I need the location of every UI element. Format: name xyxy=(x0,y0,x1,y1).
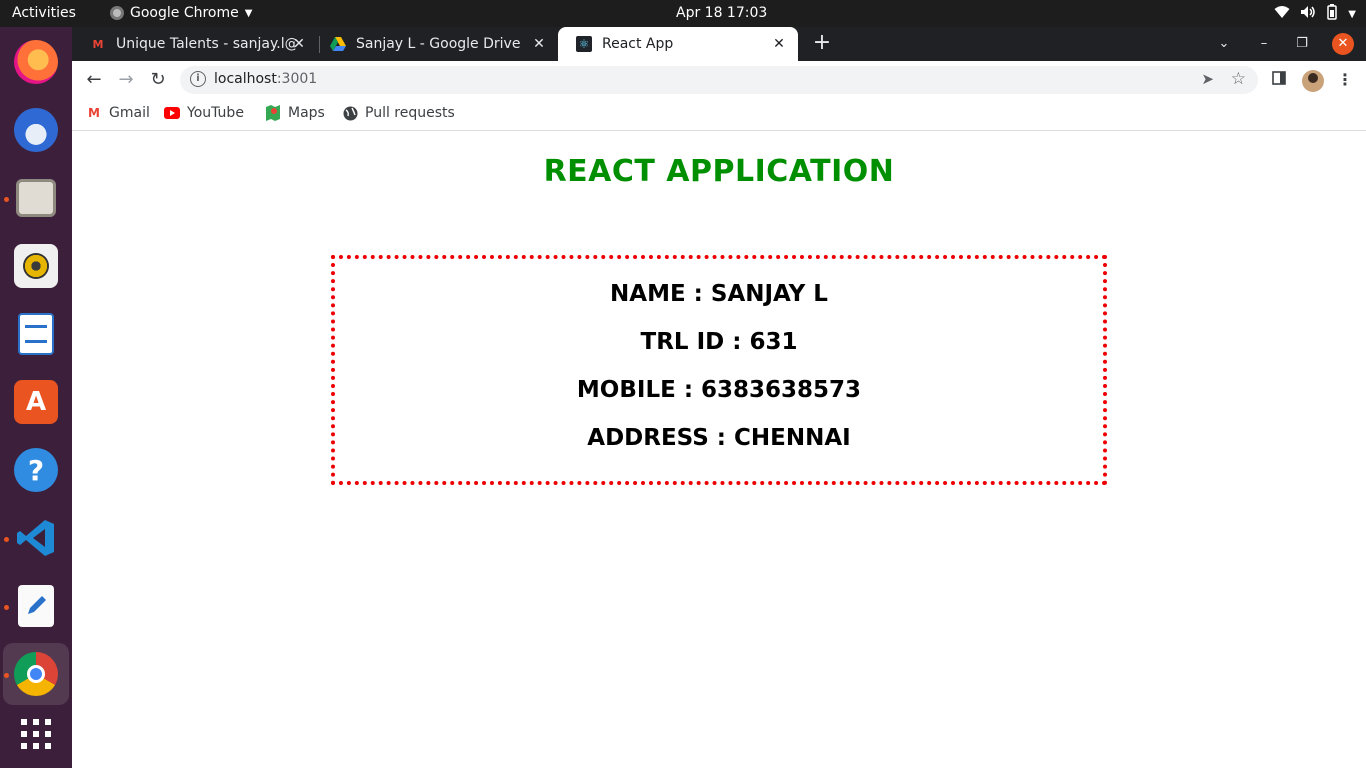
tab-gmail[interactable]: M Unique Talents - sanjay.l@ ✕ xyxy=(72,27,318,61)
running-indicator xyxy=(4,673,9,678)
tab-drive[interactable]: Sanjay L - Google Drive ✕ xyxy=(312,27,558,61)
tab-title: Unique Talents - sanjay.l@ xyxy=(116,36,296,52)
window-close-button[interactable]: ✕ xyxy=(1332,33,1354,55)
bookmark-star-icon[interactable]: ☆ xyxy=(1231,69,1246,89)
system-top-bar: Activities Google Chrome ▼ Apr 18 17:03 … xyxy=(0,0,1366,27)
back-button[interactable]: ← xyxy=(81,68,107,92)
close-tab-icon[interactable]: ✕ xyxy=(770,35,788,53)
gmail-icon: M xyxy=(92,37,104,51)
tab-react-app[interactable]: ⚛ React App ✕ xyxy=(558,27,798,61)
dock-help[interactable]: ? xyxy=(11,445,61,495)
show-applications-button[interactable] xyxy=(11,709,61,759)
chrome-small-icon xyxy=(110,6,124,20)
dock-rhythmbox[interactable] xyxy=(11,241,61,291)
app-menu[interactable]: Google Chrome ▼ xyxy=(110,5,252,21)
dock-firefox[interactable] xyxy=(11,37,61,87)
profile-avatar[interactable] xyxy=(1302,70,1324,92)
firefox-icon xyxy=(14,40,58,84)
chrome-icon xyxy=(14,652,58,696)
libreoffice-writer-icon xyxy=(18,313,54,355)
help-icon: ? xyxy=(14,448,58,492)
caret-down-icon: ▼ xyxy=(244,7,253,19)
new-tab-button[interactable]: + xyxy=(810,32,834,56)
chrome-menu-icon[interactable]: ⋮ xyxy=(1334,69,1356,91)
globe-icon xyxy=(342,105,358,121)
app-menu-label: Google Chrome xyxy=(130,5,239,21)
tab-strip: M Unique Talents - sanjay.l@ ✕ Sanjay L … xyxy=(72,27,1366,61)
bookmark-label: Pull requests xyxy=(365,105,455,121)
name-line: NAME : SANJAY L xyxy=(610,281,828,307)
close-tab-icon[interactable]: ✕ xyxy=(290,35,308,53)
send-to-device-icon[interactable]: ➤ xyxy=(1201,70,1214,88)
reload-button[interactable]: ↻ xyxy=(145,68,171,92)
running-indicator xyxy=(4,605,9,610)
system-tray[interactable]: ▼ xyxy=(1274,4,1356,24)
google-drive-icon xyxy=(330,36,346,52)
tab-title: React App xyxy=(602,36,674,52)
side-panel-icon[interactable] xyxy=(1268,69,1290,91)
react-app-page: REACT APPLICATION NAME : SANJAY L TRL ID… xyxy=(72,132,1366,768)
battery-icon xyxy=(1326,4,1338,24)
close-tab-icon[interactable]: ✕ xyxy=(530,35,548,53)
vscode-icon xyxy=(14,516,58,560)
tab-title: Sanjay L - Google Drive xyxy=(356,36,521,52)
react-icon: ⚛ xyxy=(576,36,592,52)
volume-icon xyxy=(1300,5,1316,23)
wifi-icon xyxy=(1274,5,1290,23)
minimize-button[interactable]: – xyxy=(1252,33,1276,55)
profile-card: NAME : SANJAY L TRL ID : 631 MOBILE : 63… xyxy=(331,255,1107,485)
bookmark-label: Gmail xyxy=(109,105,150,121)
address-bar[interactable]: i localhost:3001 ➤ ☆ xyxy=(180,66,1258,94)
running-indicator xyxy=(4,537,9,542)
bookmark-youtube[interactable]: YouTube xyxy=(164,105,244,121)
bookmark-gmail[interactable]: M Gmail xyxy=(86,105,150,121)
maximize-button[interactable]: ❐ xyxy=(1290,33,1314,55)
activities-button[interactable]: Activities xyxy=(12,5,76,21)
gmail-icon: M xyxy=(88,106,100,120)
address-line: ADDRESS : CHENNAI xyxy=(587,425,851,451)
clock[interactable]: Apr 18 17:03 xyxy=(676,5,767,21)
url-host: localhost xyxy=(214,71,277,87)
bookmark-pull-requests[interactable]: Pull requests xyxy=(342,105,455,121)
dock-thunderbird[interactable] xyxy=(11,105,61,155)
browser-toolbar: ← → ↻ i localhost:3001 ➤ ☆ ⋮ xyxy=(72,61,1366,99)
ubuntu-dock: A ? xyxy=(0,27,72,768)
trl-id-line: TRL ID : 631 xyxy=(640,329,798,355)
dock-vscode[interactable] xyxy=(11,513,61,563)
app-grid-icon xyxy=(21,719,51,749)
site-info-icon[interactable]: i xyxy=(190,71,206,87)
dock-text-editor[interactable] xyxy=(11,581,61,631)
page-title: REACT APPLICATION xyxy=(543,154,895,189)
dock-ubuntu-software[interactable]: A xyxy=(11,377,61,427)
files-icon xyxy=(16,179,56,217)
bookmark-maps[interactable]: Maps xyxy=(265,105,325,121)
thunderbird-icon xyxy=(14,108,58,152)
ubuntu-software-icon: A xyxy=(14,380,58,424)
running-indicator xyxy=(4,197,9,202)
forward-button[interactable]: → xyxy=(113,68,139,92)
dock-chrome[interactable] xyxy=(11,649,61,699)
url-port: :3001 xyxy=(276,71,318,87)
rhythmbox-icon xyxy=(14,244,58,288)
system-menu-caret-icon: ▼ xyxy=(1348,8,1356,20)
dock-writer[interactable] xyxy=(11,309,61,359)
bookmark-label: Maps xyxy=(288,105,325,121)
youtube-icon xyxy=(164,105,180,121)
bookmarks-bar: M Gmail YouTube Maps Pull requests xyxy=(72,99,1366,131)
maps-icon xyxy=(265,105,281,121)
tab-search-chevron-icon[interactable]: ⌄ xyxy=(1212,33,1236,55)
dock-files[interactable] xyxy=(11,173,61,223)
bookmark-label: YouTube xyxy=(187,105,244,121)
mobile-line: MOBILE : 6383638573 xyxy=(576,377,862,403)
url-text[interactable]: localhost:3001 xyxy=(214,71,317,87)
text-editor-icon xyxy=(18,585,54,627)
